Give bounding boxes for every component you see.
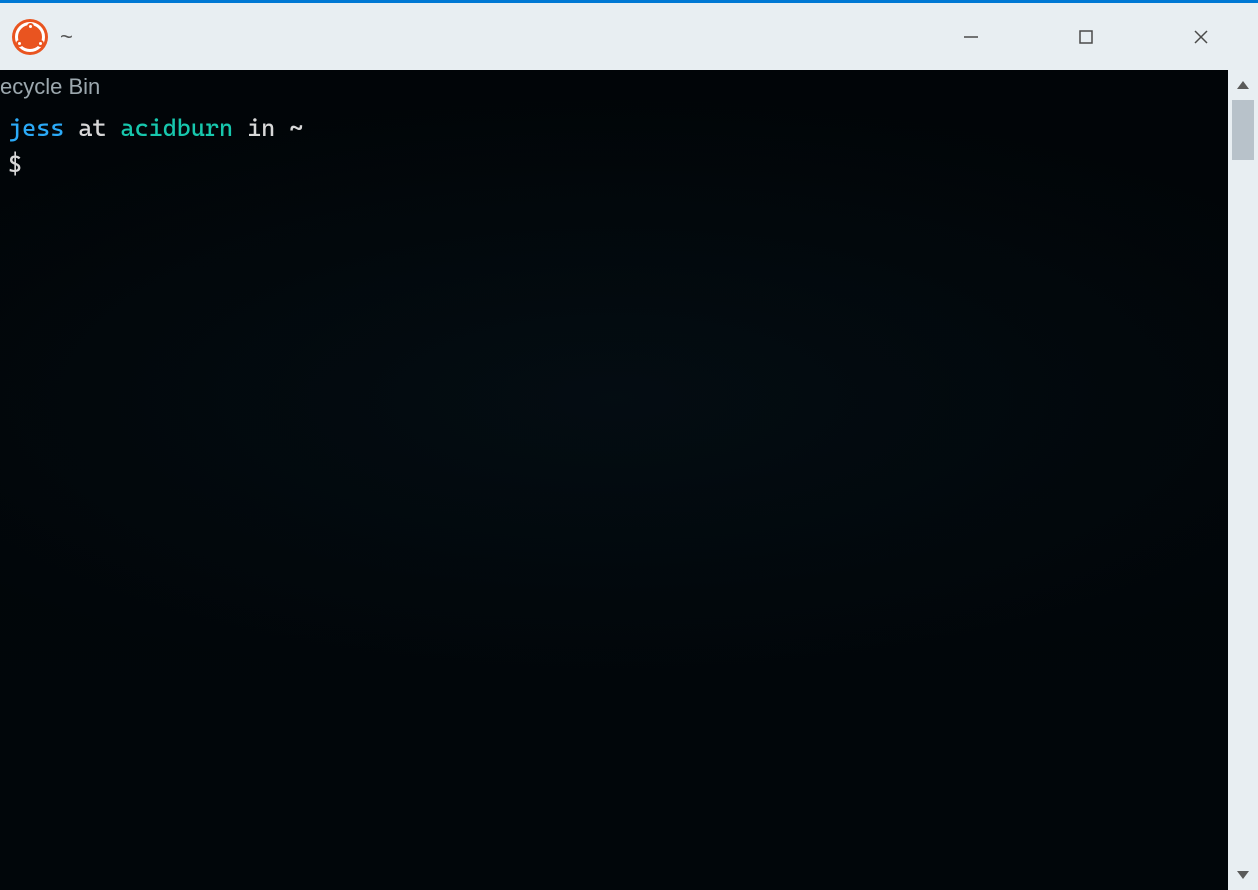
prompt-user: jess bbox=[8, 114, 64, 142]
close-button[interactable] bbox=[1143, 3, 1258, 70]
prompt-path: ~ bbox=[289, 114, 303, 142]
vertical-scrollbar[interactable] bbox=[1228, 70, 1258, 890]
terminal-container: ecycle Bin jess at acidburn in ~ $ bbox=[0, 70, 1258, 890]
prompt-input-line[interactable]: $ bbox=[8, 146, 1220, 182]
scroll-thumb[interactable] bbox=[1232, 100, 1254, 160]
prompt-host: acidburn bbox=[121, 114, 234, 142]
titlebar-left: ~ bbox=[0, 19, 73, 55]
maximize-button[interactable] bbox=[1028, 3, 1143, 70]
scroll-up-button[interactable] bbox=[1228, 70, 1258, 100]
prompt-line: jess at acidburn in ~ bbox=[8, 110, 1220, 146]
scroll-down-button[interactable] bbox=[1228, 860, 1258, 890]
scroll-track[interactable] bbox=[1228, 100, 1258, 860]
window-title: ~ bbox=[60, 24, 73, 50]
minimize-button[interactable] bbox=[913, 3, 1028, 70]
desktop-bleed-label: ecycle Bin bbox=[0, 70, 100, 103]
ubuntu-icon bbox=[12, 19, 48, 55]
terminal-viewport[interactable]: ecycle Bin jess at acidburn in ~ $ bbox=[0, 70, 1228, 890]
prompt-symbol: $ bbox=[8, 150, 22, 178]
prompt-in: in bbox=[233, 114, 289, 142]
window-controls bbox=[913, 3, 1258, 70]
window-titlebar[interactable]: ~ bbox=[0, 0, 1258, 70]
prompt-at: at bbox=[64, 114, 120, 142]
